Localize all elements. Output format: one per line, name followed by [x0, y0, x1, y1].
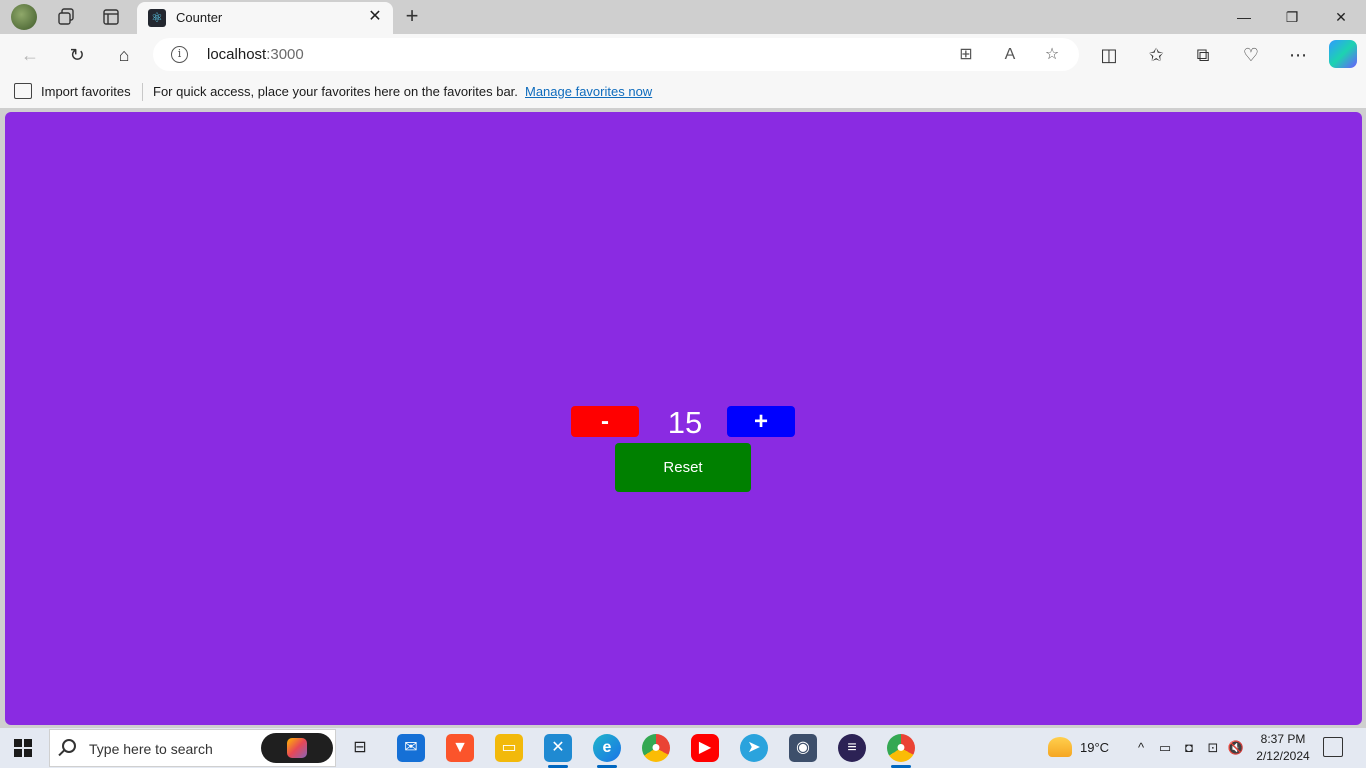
collections-icon[interactable]: ⧉ [1190, 42, 1216, 68]
weather-temperature[interactable]: 19°C [1080, 740, 1109, 755]
address-text[interactable]: localhost:3000 [207, 46, 304, 63]
restore-icon[interactable]: ❐ [1269, 0, 1315, 34]
brave-icon[interactable]: ▼ [446, 734, 474, 762]
favorite-star-icon[interactable]: ☆ [1039, 42, 1065, 68]
react-icon: ⚛ [148, 9, 166, 27]
telegram-icon[interactable]: ➤ [740, 734, 768, 762]
refresh-icon[interactable]: ↻ [64, 42, 90, 68]
meet-now-icon[interactable]: ◘ [1179, 738, 1199, 758]
more-options-icon[interactable]: ⋯ [1285, 42, 1311, 68]
tab-title: Counter [176, 10, 223, 25]
favorites-divider [142, 83, 143, 101]
clock-time: 8:37 PM [1260, 732, 1306, 746]
disk-utility-icon[interactable]: ◉ [789, 734, 817, 762]
search-icon [62, 739, 76, 753]
volume-muted-icon[interactable]: 🔇 [1226, 738, 1246, 758]
reset-button[interactable]: Reset [615, 443, 751, 492]
minimize-icon[interactable]: — [1221, 0, 1267, 34]
site-info-icon[interactable]: i [171, 46, 188, 63]
read-aloud-icon[interactable]: A [997, 42, 1023, 68]
manage-favorites-link[interactable]: Manage favorites now [525, 84, 652, 99]
copilot-icon[interactable] [1329, 40, 1357, 68]
task-view-icon[interactable]: ⊟ [346, 734, 374, 762]
address-host: localhost [207, 46, 267, 63]
import-favorites-button[interactable]: Import favorites [41, 84, 131, 99]
favorites-icon[interactable]: ✩ [1143, 42, 1169, 68]
vscode-icon[interactable]: ✕ [544, 734, 572, 768]
edge-icon[interactable]: e [593, 734, 621, 768]
split-screen-icon[interactable]: ◫ [1096, 42, 1122, 68]
clock-date: 2/12/2024 [1256, 749, 1310, 763]
home-icon[interactable]: ⌂ [111, 42, 137, 68]
chrome-profile-icon[interactable]: ● [887, 734, 915, 768]
close-window-icon[interactable]: ✕ [1318, 0, 1364, 34]
address-bar[interactable]: i localhost:3000 ⊞ A ☆ [153, 38, 1079, 71]
copilot-search-button[interactable] [261, 733, 333, 763]
weather-icon[interactable] [1048, 737, 1072, 757]
show-hidden-icons-chevron-icon[interactable]: ^ [1131, 738, 1151, 758]
network-icon[interactable]: ⊡ [1203, 738, 1223, 758]
browser-title-bar: ⚛ Counter ✕ + — ❐ ✕ [0, 0, 1366, 34]
copilot-logo-icon [287, 738, 307, 758]
favorites-message: For quick access, place your favorites h… [153, 84, 518, 99]
taskbar: Type here to search ⊟ ✉ ▼ ▭ ✕ e ● ▶ ➤ ◉ … [0, 728, 1366, 768]
eclipse-icon[interactable]: ≡ [838, 734, 866, 762]
search-placeholder: Type here to search [89, 741, 213, 757]
tab-counter[interactable]: ⚛ Counter ✕ [137, 2, 393, 34]
increment-button[interactable]: + [727, 406, 795, 437]
close-tab-icon[interactable]: ✕ [365, 7, 385, 27]
workspaces-icon[interactable] [54, 5, 78, 29]
windows-start-icon[interactable] [14, 739, 32, 757]
new-tab-icon[interactable]: + [400, 4, 424, 28]
counter-value: 15 [667, 405, 703, 440]
tab-actions-icon[interactable] [99, 5, 123, 29]
youtube-icon[interactable]: ▶ [691, 734, 719, 762]
system-clock[interactable]: 8:37 PM 2/12/2024 [1252, 731, 1314, 765]
mail-icon[interactable]: ✉ [397, 734, 425, 762]
chrome-icon[interactable]: ● [642, 734, 670, 762]
favorites-bar: Import favorites For quick access, place… [0, 76, 1366, 108]
app-available-icon[interactable]: ⊞ [953, 42, 979, 68]
battery-icon[interactable]: ▭ [1155, 738, 1175, 758]
file-explorer-icon[interactable]: ▭ [495, 734, 523, 762]
browser-essentials-icon[interactable]: ♡ [1238, 42, 1264, 68]
import-icon[interactable] [14, 83, 32, 99]
address-port: :3000 [266, 46, 304, 63]
browser-toolbar: ← ↻ ⌂ i localhost:3000 ⊞ A ☆ ◫ ✩ ⧉ ♡ ⋯ [0, 34, 1366, 76]
taskbar-search[interactable]: Type here to search [49, 729, 336, 767]
profile-avatar[interactable] [11, 4, 37, 30]
decrement-button[interactable]: - [571, 406, 639, 437]
back-icon[interactable]: ← [17, 42, 43, 68]
notifications-icon[interactable] [1323, 737, 1343, 757]
page-content: - 15 + Reset [5, 112, 1362, 725]
